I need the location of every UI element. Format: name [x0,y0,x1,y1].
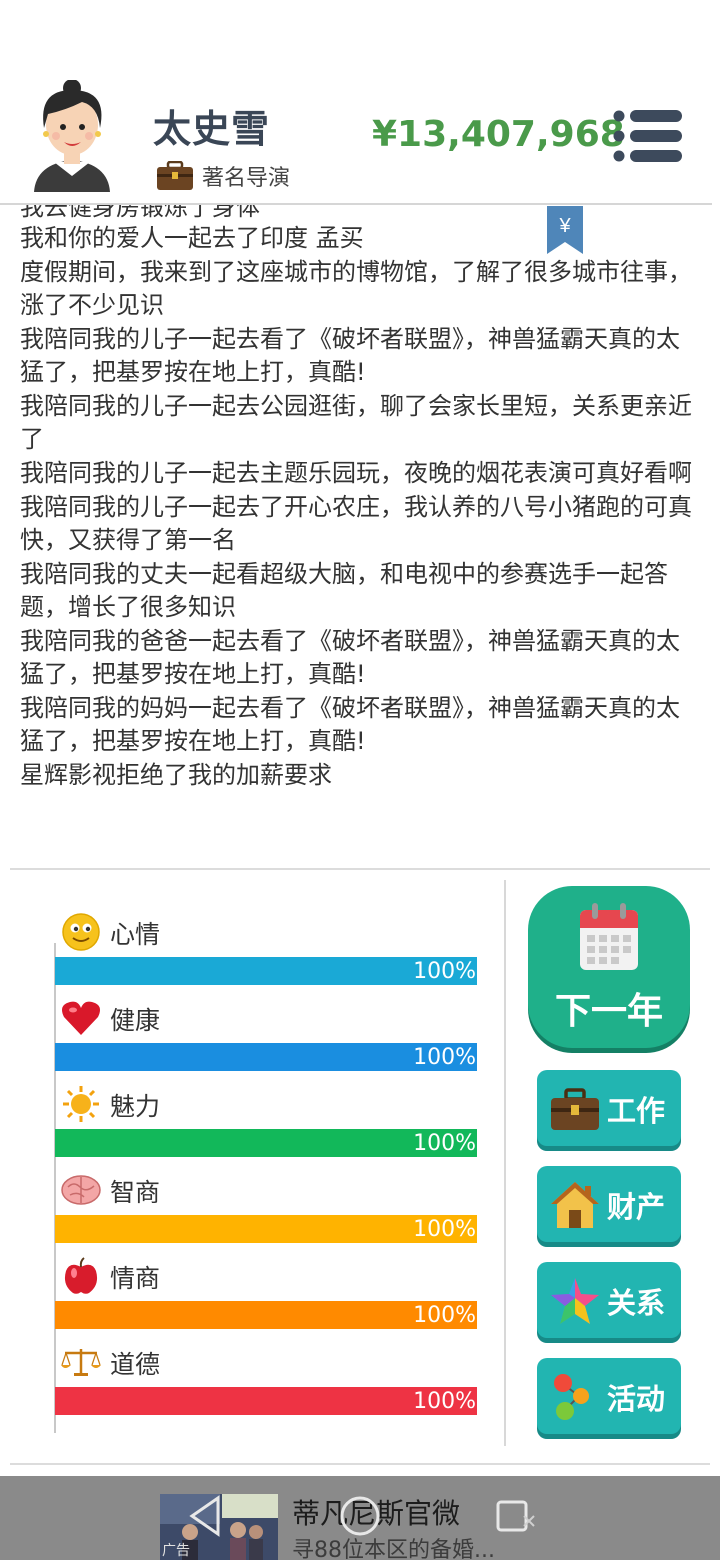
stat-label: 道德 [110,1350,161,1379]
star-icon [551,1278,599,1324]
stat-health: 健康 100% [52,991,480,1071]
player-name: 太史雪 [153,107,271,151]
log-item: 星辉影视拒绝了我的加薪要求 [20,761,332,789]
activity-button[interactable]: 活动 [537,1358,681,1434]
property-label: 财产 [607,1190,666,1224]
work-button[interactable]: 工作 [537,1070,681,1146]
ad-thumbnail[interactable]: 广告 [160,1494,278,1560]
stat-charm: 魅力 100% [52,1077,480,1157]
stat-value: 100% [413,959,476,984]
log-item: 我陪同我的儿子一起去看了《破坏者联盟》，神兽猛霸天真的太猛了，把基罗按在地上打，… [20,325,680,386]
ad-tag: 广告 [162,1543,190,1559]
stats-panel: 心情 100% 健康 100% 魅力 100% 智商 100% 情商 100% … [52,905,480,1435]
yuan-bookmark-icon[interactable]: ¥ [546,206,584,256]
ad-banner[interactable]: 广告 蒂凡尼斯官微 寻88位本区的备婚... [0,1476,720,1560]
stat-iq: 智商 100% [52,1163,480,1243]
log-item: 度假期间，我来到了这座城市的博物馆，了解了很多城市往事，涨了不少见识 [20,258,692,319]
sun-icon [63,1086,99,1122]
heart-icon [62,1001,100,1035]
ad-title: 蒂凡尼斯官微 [292,1497,461,1530]
apple-icon [64,1257,98,1294]
stat-label: 心情 [110,920,161,949]
stat-value: 100% [413,1303,476,1328]
ad-subtitle: 寻88位本区的备婚... [292,1538,495,1560]
log-item: 我陪同我的丈夫一起看超级大脑，和电视中的参赛选手一起答题，增长了很多知识 [20,560,668,621]
stat-label: 魅力 [110,1092,161,1121]
section-divider [10,1463,710,1465]
job-title: 著名导演 [202,166,291,191]
panel-divider [504,880,506,1446]
brain-icon [61,1175,101,1205]
log-item: 我陪同我的儿子一起去公园逛街，聊了会家长里短，关系更亲近了 [20,392,692,453]
log-item: 我陪同我的儿子一起去主题乐园玩，夜晚的烟花表演可真好看啊 [20,459,692,487]
stat-value: 100% [413,1131,476,1156]
stat-mood: 心情 100% [52,905,480,985]
section-divider [10,868,710,870]
stat-label: 智商 [110,1178,161,1207]
stat-value: 100% [413,1045,476,1070]
log-item: 我陪同我的儿子一起去了开心农庄，我认养的八号小猪跑的可真快，又获得了第一名 [20,493,692,554]
smiley-icon [62,913,100,951]
menu-icon[interactable] [612,108,684,164]
stat-eq: 情商 100% [52,1249,480,1329]
scale-icon [61,1349,101,1376]
log-item: 我陪同我的妈妈一起去看了《破坏者联盟》，神兽猛霸天真的太猛了，把基罗按在地上打，… [20,694,680,755]
relations-button[interactable]: 关系 [537,1262,681,1338]
next-year-button[interactable]: 下一年 [528,886,690,1048]
activity-label: 活动 [607,1382,666,1416]
log-item-partial: 我去健身房锻炼了身体 [20,205,260,221]
stat-label: 健康 [110,1006,161,1035]
money-balance: ¥13,407,968 [372,114,625,155]
next-year-label: 下一年 [554,991,663,1032]
calendar-icon [580,903,638,970]
briefcase-icon [551,1088,599,1130]
stat-label: 情商 [110,1264,161,1293]
stat-value: 100% [413,1217,476,1242]
relations-label: 关系 [607,1286,666,1320]
activity-dots-icon [554,1374,589,1420]
log-item: 我和你的爱人一起去了印度 孟买 [20,224,364,252]
event-log[interactable]: 我去健身房锻炼了身体 我和你的爱人一起去了印度 孟买 度假期间，我来到了这座城市… [0,205,712,837]
log-list: 我和你的爱人一起去了印度 孟买 度假期间，我来到了这座城市的博物馆，了解了很多城… [20,222,692,793]
house-icon [551,1182,599,1228]
profile-header: 太史雪 著名导演 ¥13,407,968 [0,70,720,205]
avatar[interactable] [26,80,118,192]
property-button[interactable]: 财产 [537,1166,681,1242]
log-item: 我陪同我的爸爸一起去看了《破坏者联盟》，神兽猛霸天真的太猛了，把基罗按在地上打，… [20,627,680,688]
work-label: 工作 [607,1094,666,1128]
svg-text:¥: ¥ [558,215,571,237]
stat-value: 100% [413,1389,476,1414]
job-badge: 著名导演 [156,158,290,194]
stat-morality: 道德 100% [52,1335,480,1415]
briefcase-icon [157,161,193,190]
